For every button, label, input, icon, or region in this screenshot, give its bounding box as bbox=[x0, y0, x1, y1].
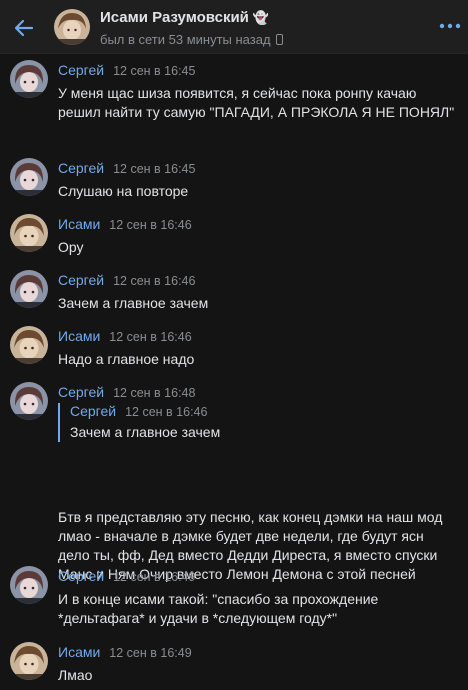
message-time[interactable]: 12 сен в 16:46 bbox=[109, 218, 191, 232]
message-header: Сергей 12 сен в 16:48 bbox=[58, 384, 195, 400]
message-header: Сергей 12 сен в 16:45 bbox=[58, 160, 195, 176]
chat-title-text: Исами Разумовский bbox=[100, 9, 249, 26]
message-text: Зачем а главное зачем bbox=[58, 295, 209, 311]
message-time[interactable]: 12 сен в 16:46 bbox=[109, 330, 191, 344]
message-text: И в конце исами такой: "спасибо за прохо… bbox=[58, 591, 379, 626]
author-name[interactable]: Сергей bbox=[58, 568, 104, 584]
avatar-isami[interactable] bbox=[10, 642, 48, 680]
message-time[interactable]: 12 сен в 16:45 bbox=[113, 64, 195, 78]
message-time[interactable]: 12 сен в 16:46 bbox=[113, 274, 195, 288]
avatar-isami[interactable] bbox=[10, 326, 48, 364]
header-avatar[interactable] bbox=[54, 9, 90, 45]
quote-time: 12 сен в 16:46 bbox=[125, 405, 208, 419]
message-header: Исами 12 сен в 16:46 bbox=[58, 216, 192, 232]
avatar-sergey[interactable] bbox=[10, 158, 48, 196]
message-item: Сергей 12 сен в 16:48 Сергей 12 сен в 16:4… bbox=[0, 377, 468, 582]
avatar-isami[interactable] bbox=[10, 214, 48, 252]
message-item: Сергей 12 сен в 16:49 И в конце исами так… bbox=[0, 561, 468, 635]
chat-header: Исами Разумовский 👻 был в сети 53 минуты … bbox=[0, 0, 468, 54]
message-header: Исами 12 сен в 16:49 bbox=[58, 644, 192, 660]
message-item: Исами 12 сен в 16:46 Ору bbox=[0, 209, 468, 263]
mobile-icon bbox=[275, 34, 283, 45]
author-name[interactable]: Сергей bbox=[58, 384, 104, 400]
avatar-sergey[interactable] bbox=[10, 566, 48, 604]
back-arrow-icon[interactable] bbox=[12, 16, 36, 40]
author-name[interactable]: Сергей bbox=[58, 272, 104, 288]
message-time[interactable]: 12 сен в 16:45 bbox=[113, 162, 195, 176]
message-feed: Сергей 12 сен в 16:45 У меня щас шиза поя… bbox=[0, 55, 468, 690]
message-time[interactable]: 12 сен в 16:48 bbox=[113, 386, 195, 400]
online-status-text: был в сети 53 минуты назад bbox=[100, 32, 271, 47]
message-time[interactable]: 12 сен в 16:49 bbox=[113, 570, 195, 584]
message-time[interactable]: 12 сен в 16:49 bbox=[109, 646, 191, 660]
message-text: Ору bbox=[58, 239, 84, 255]
message-text: У меня щас шиза появится, я сейчас пока … bbox=[58, 85, 455, 120]
chat-title[interactable]: Исами Разумовский 👻 bbox=[100, 9, 269, 26]
message-item: Сергей 12 сен в 16:45 Слушаю на повторе bbox=[0, 153, 468, 207]
message-header: Исами 12 сен в 16:46 bbox=[58, 328, 192, 344]
message-text: Слушаю на повторе bbox=[58, 183, 189, 199]
message-text: Лмао bbox=[58, 667, 93, 683]
quoted-message[interactable]: Сергей 12 сен в 16:46 Зачем а главное зач… bbox=[58, 403, 458, 442]
message-header: Сергей 12 сен в 16:46 bbox=[58, 272, 195, 288]
online-status: был в сети 53 минуты назад bbox=[100, 32, 283, 47]
message-text: Надо а главное надо bbox=[58, 351, 195, 367]
avatar-sergey[interactable] bbox=[10, 270, 48, 308]
avatar-sergey[interactable] bbox=[10, 60, 48, 98]
quote-text: Зачем а главное зачем bbox=[70, 424, 221, 440]
message-item: Исами 12 сен в 16:49 Лмао bbox=[0, 637, 468, 690]
author-name[interactable]: Сергей bbox=[58, 62, 104, 78]
quote-header: Сергей 12 сен в 16:46 bbox=[70, 403, 458, 419]
author-name[interactable]: Исами bbox=[58, 216, 100, 232]
message-header: Сергей 12 сен в 16:45 bbox=[58, 62, 195, 78]
message-header: Сергей 12 сен в 16:49 bbox=[58, 568, 195, 584]
quote-author[interactable]: Сергей bbox=[70, 403, 116, 419]
author-name[interactable]: Сергей bbox=[58, 160, 104, 176]
message-item: Сергей 12 сен в 16:45 У меня щас шиза поя… bbox=[0, 55, 468, 151]
ghost-icon: 👻 bbox=[252, 10, 270, 25]
message-item: Сергей 12 сен в 16:46 Зачем а главное зач… bbox=[0, 265, 468, 319]
message-item: Исами 12 сен в 16:46 Надо а главное надо bbox=[0, 321, 468, 375]
author-name[interactable]: Исами bbox=[58, 328, 100, 344]
avatar-sergey[interactable] bbox=[10, 382, 48, 420]
author-name[interactable]: Исами bbox=[58, 644, 100, 660]
more-options-icon[interactable] bbox=[438, 14, 462, 38]
